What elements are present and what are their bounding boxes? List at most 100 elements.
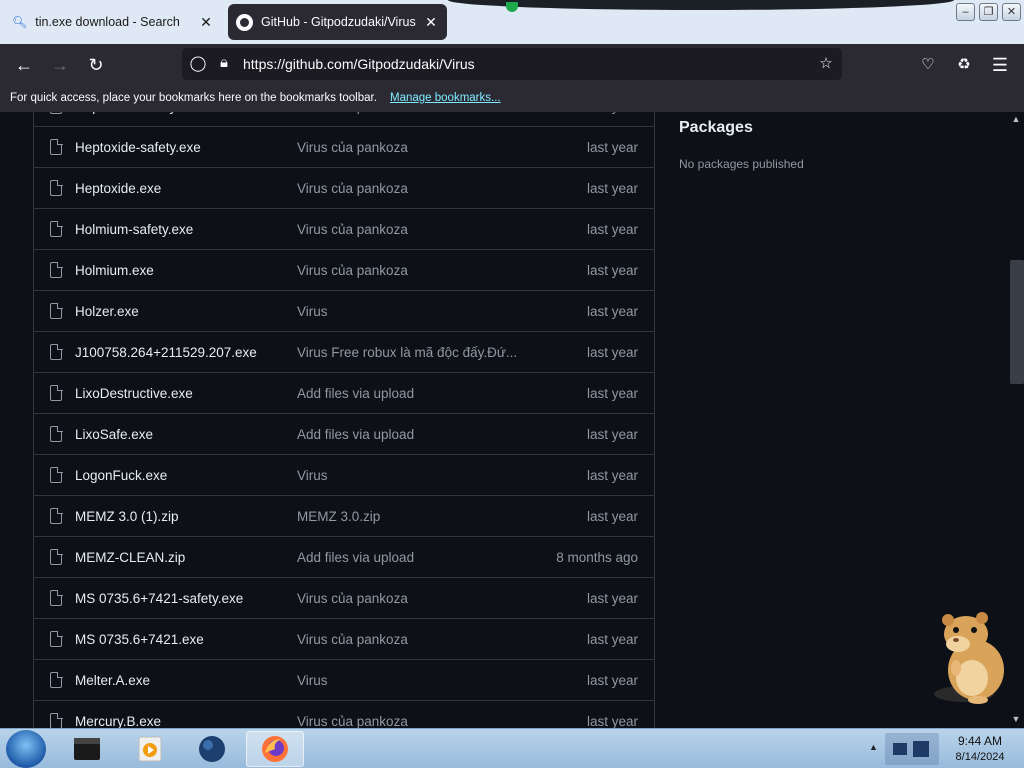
clock-time[interactable]: 9:44 AM — [949, 734, 1011, 748]
file-row[interactable]: Holmium-safety.exe Virus của pankoza last … — [34, 209, 654, 250]
commit-date: last year — [586, 222, 638, 237]
commit-message-link[interactable]: Add files via upload — [297, 427, 414, 442]
commit-message-link[interactable]: Virus của pankoza — [297, 140, 408, 155]
commit-message-link[interactable]: Virus — [297, 304, 328, 319]
file-name-link[interactable]: LixoDestructive.exe — [75, 386, 193, 401]
taskbar-app-icon[interactable] — [183, 731, 241, 767]
taskbar-firefox-button[interactable] — [246, 731, 304, 767]
commit-message-link[interactable]: Virus — [297, 673, 328, 688]
commit-message-link[interactable]: Virus của pankoza — [297, 181, 408, 196]
commit-date: last year — [586, 304, 638, 319]
file-row[interactable]: J100758.264+211529.207.exe Virus Free rob… — [34, 332, 654, 373]
url-text[interactable]: https://github.com/Gitpodzudaki/Virus — [243, 56, 475, 72]
taskbar-app-icon[interactable] — [58, 731, 116, 767]
close-tab-icon[interactable]: ✕ — [198, 14, 214, 30]
tab-github[interactable]: GitHub - Gitpodzudaki/Virus ✕ — [228, 4, 447, 40]
lock-icon[interactable]: 🔒︎ — [214, 54, 234, 71]
file-name-link[interactable]: Holmium-safety.exe — [75, 222, 193, 237]
close-window-button[interactable]: ✕ — [1002, 3, 1021, 21]
file-row[interactable]: Heptoxide-safety.exe Virus của pankoza las… — [34, 112, 654, 127]
commit-message-link[interactable]: Virus của pankoza — [297, 222, 408, 237]
back-button[interactable]: ← — [10, 52, 38, 78]
bookmark-star-icon[interactable]: ☆ — [816, 54, 836, 72]
commit-date: last year — [586, 509, 638, 524]
restore-button[interactable]: ❐ — [979, 3, 998, 21]
commit-date: last year — [586, 140, 638, 155]
clock-date[interactable]: 8/14/2024 — [949, 751, 1011, 763]
taskbar-app-icon[interactable] — [120, 731, 178, 767]
commit-message-link[interactable]: Virus của pankoza — [297, 632, 408, 647]
file-name-link[interactable]: Heptoxide-safety.exe — [75, 112, 201, 114]
desktop-screen: 🔍︎ tin.exe download - Search ✕ GitHub - … — [0, 0, 1024, 768]
packages-heading[interactable]: Packages — [679, 119, 753, 137]
file-row[interactable]: MEMZ 3.0 (1).zip MEMZ 3.0.zip last year — [34, 496, 654, 537]
pocket-icon[interactable]: ♡ — [914, 52, 942, 78]
commit-message-link[interactable]: Virus — [297, 468, 328, 483]
address-bar[interactable]: ◯ 🔒︎ https://github.com/Gitpodzudaki/Vir… — [182, 48, 842, 80]
start-button[interactable] — [6, 730, 46, 768]
file-icon — [50, 220, 63, 237]
reload-button[interactable]: ↻ — [82, 52, 110, 78]
file-row[interactable]: MS 0735.6+7421-safety.exe Virus của panko… — [34, 578, 654, 619]
file-row[interactable]: Mercury.B.exe Virus của pankoza last year — [34, 701, 654, 728]
file-name-link[interactable]: Holmium.exe — [75, 263, 154, 278]
globe-app-icon — [199, 736, 225, 762]
file-row[interactable]: Heptoxide.exe Virus của pankoza last year — [34, 168, 654, 209]
show-hidden-icons-icon[interactable]: ▲ — [869, 742, 878, 752]
file-icon — [50, 179, 63, 196]
commit-message-link[interactable]: Virus Free robux là mã độc đấy.Đứ... — [297, 345, 517, 360]
file-name-link[interactable]: Heptoxide-safety.exe — [75, 140, 201, 155]
manage-bookmarks-link[interactable]: Manage bookmarks... — [390, 92, 501, 104]
bookmarks-hint: For quick access, place your bookmarks h… — [10, 92, 377, 104]
file-icon — [50, 630, 63, 647]
file-name-link[interactable]: Holzer.exe — [75, 304, 139, 319]
github-icon — [236, 13, 253, 31]
commit-message-link[interactable]: Virus của pankoza — [297, 591, 408, 606]
file-icon — [50, 302, 63, 319]
file-name-link[interactable]: Melter.A.exe — [75, 673, 150, 688]
tab-search[interactable]: 🔍︎ tin.exe download - Search ✕ — [0, 4, 222, 40]
file-row[interactable]: Heptoxide-safety.exe Virus của pankoza las… — [34, 127, 654, 168]
commit-message-link[interactable]: Virus của pankoza — [297, 112, 408, 114]
forward-button[interactable]: → — [46, 52, 74, 78]
close-tab-icon[interactable]: ✕ — [423, 14, 439, 30]
file-row[interactable]: Melter.A.exe Virus last year — [34, 660, 654, 701]
file-row[interactable]: LixoSafe.exe Add files via upload last yea… — [34, 414, 654, 455]
commit-message-link[interactable]: Virus của pankoza — [297, 714, 408, 728]
firefox-icon — [262, 736, 288, 762]
file-name-link[interactable]: Heptoxide.exe — [75, 181, 161, 196]
file-name-link[interactable]: MS 0735.6+7421-safety.exe — [75, 591, 243, 606]
scroll-down-arrow-icon[interactable]: ▼ — [1008, 712, 1024, 726]
tab-label: tin.exe download - Search — [35, 15, 180, 29]
scrollbar-thumb[interactable] — [1010, 260, 1024, 384]
commit-message-link[interactable]: Add files via upload — [297, 386, 414, 401]
file-row[interactable]: MS 0735.6+7421.exe Virus của pankoza last … — [34, 619, 654, 660]
file-name-link[interactable]: MS 0735.6+7421.exe — [75, 632, 204, 647]
commit-message-link[interactable]: Virus của pankoza — [297, 263, 408, 278]
tray-icons[interactable] — [885, 733, 939, 765]
scroll-up-arrow-icon[interactable]: ▲ — [1008, 112, 1024, 126]
commit-message-link[interactable]: Add files via upload — [297, 550, 414, 565]
file-row[interactable]: LogonFuck.exe Virus last year — [34, 455, 654, 496]
file-name-link[interactable]: MEMZ 3.0 (1).zip — [75, 509, 179, 524]
commit-date: last year — [586, 673, 638, 688]
extensions-icon[interactable]: ♻ — [950, 52, 978, 78]
file-name-link[interactable]: Mercury.B.exe — [75, 714, 161, 728]
file-name-link[interactable]: LixoSafe.exe — [75, 427, 153, 442]
file-row[interactable]: Holmium.exe Virus của pankoza last year — [34, 250, 654, 291]
menu-icon[interactable]: ☰ — [986, 52, 1014, 78]
minimize-button[interactable]: – — [956, 3, 975, 21]
shield-icon[interactable]: ◯ — [188, 54, 208, 72]
commit-message-link[interactable]: MEMZ 3.0.zip — [297, 509, 380, 524]
file-row[interactable]: Holzer.exe Virus last year — [34, 291, 654, 332]
packages-empty-text: No packages published — [679, 157, 804, 171]
file-name-link[interactable]: J100758.264+211529.207.exe — [75, 345, 257, 360]
file-icon — [50, 548, 63, 565]
file-name-link[interactable]: LogonFuck.exe — [75, 468, 167, 483]
file-name-link[interactable]: MEMZ-CLEAN.zip — [75, 550, 185, 565]
file-row[interactable]: LixoDestructive.exe Add files via upload l… — [34, 373, 654, 414]
network-icon — [893, 741, 929, 757]
file-row[interactable]: MEMZ-CLEAN.zip Add files via upload 8 mont… — [34, 537, 654, 578]
navigation-toolbar: ← → ↻ ◯ 🔒︎ https://github.com/Gitpodzuda… — [0, 44, 1024, 86]
page-scrollbar[interactable]: ▲ ▼ — [1008, 112, 1024, 728]
